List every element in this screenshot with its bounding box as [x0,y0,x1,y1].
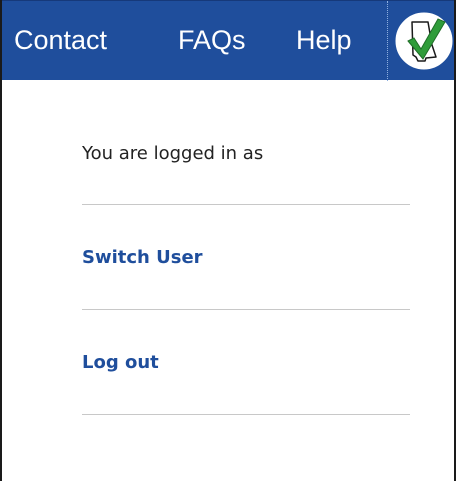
switch-user-link[interactable]: Switch User [82,246,203,270]
top-navigation-bar: Contact FAQs Help [2,0,454,81]
page-frame: Contact FAQs Help You are logged in as S… [0,0,456,481]
user-menu: You are logged in as Switch User Log out [82,100,410,415]
log-out-link[interactable]: Log out [82,351,159,375]
logged-in-label: You are logged in as [82,143,264,164]
nav-link-faqs[interactable]: FAQs [178,22,246,58]
state-checkmark-logo-icon [394,11,454,71]
logged-in-row: You are logged in as [82,100,410,205]
nav-link-help[interactable]: Help [296,22,352,58]
nav-link-contact[interactable]: Contact [14,22,107,58]
menu-item-switch-user: Switch User [82,205,410,310]
menu-item-log-out: Log out [82,310,410,415]
logo-container[interactable] [387,1,454,81]
